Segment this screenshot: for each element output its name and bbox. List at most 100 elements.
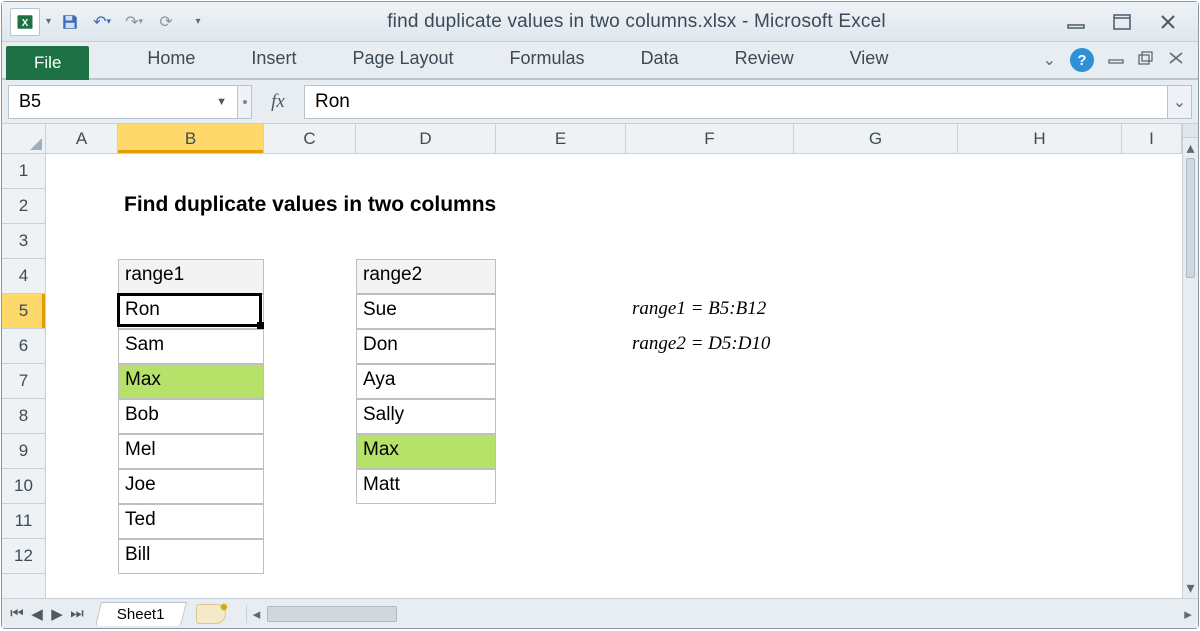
cell-B6[interactable]: Sam	[118, 329, 264, 364]
scroll-right-icon[interactable]: ▸	[1178, 605, 1198, 623]
cell-E6[interactable]	[496, 329, 626, 364]
cell-A9[interactable]	[46, 434, 118, 469]
hscroll-track[interactable]	[267, 605, 1178, 623]
cell-A10[interactable]	[46, 469, 118, 504]
cell-C2[interactable]	[264, 189, 356, 224]
cell-F11[interactable]	[626, 504, 794, 539]
cell-B3[interactable]	[118, 224, 264, 259]
cell-D1[interactable]	[356, 154, 496, 189]
cell-C5[interactable]	[264, 294, 356, 329]
cell-I1[interactable]	[1122, 154, 1182, 189]
row-header-4[interactable]: 4	[2, 259, 45, 294]
workbook-close-icon[interactable]	[1168, 51, 1184, 70]
cell-C4[interactable]	[264, 259, 356, 294]
cell-B8[interactable]: Bob	[118, 399, 264, 434]
cell-A12[interactable]	[46, 539, 118, 574]
col-header-D[interactable]: D	[356, 124, 496, 153]
cell-E1[interactable]	[496, 154, 626, 189]
cell-B10[interactable]: Joe	[118, 469, 264, 504]
cell-E2[interactable]	[496, 189, 626, 224]
cell-E11[interactable]	[496, 504, 626, 539]
cell-B5[interactable]: Ron	[118, 294, 264, 329]
new-sheet-icon[interactable]	[196, 604, 226, 624]
cell-B12[interactable]: Bill	[118, 539, 264, 574]
row-header-10[interactable]: 10	[2, 469, 45, 504]
col-header-F[interactable]: F	[626, 124, 794, 153]
help-icon[interactable]: ?	[1070, 48, 1094, 72]
row-header-11[interactable]: 11	[2, 504, 45, 539]
cell-A2[interactable]	[46, 189, 118, 224]
cell-B11[interactable]: Ted	[118, 504, 264, 539]
cell-E5[interactable]	[496, 294, 626, 329]
cell-F9[interactable]	[626, 434, 794, 469]
cell-G7[interactable]	[794, 364, 958, 399]
cell-I9[interactable]	[1122, 434, 1182, 469]
cell-I4[interactable]	[1122, 259, 1182, 294]
cell-G9[interactable]	[794, 434, 958, 469]
name-box-dropdown-icon[interactable]: ▼	[216, 96, 227, 108]
cell-I10[interactable]	[1122, 469, 1182, 504]
cell-D6[interactable]: Don	[356, 329, 496, 364]
cell-D4[interactable]: range2	[356, 259, 496, 294]
cell-D7[interactable]: Aya	[356, 364, 496, 399]
col-header-G[interactable]: G	[794, 124, 958, 153]
hscroll-thumb[interactable]	[267, 606, 397, 622]
cell-I5[interactable]	[1122, 294, 1182, 329]
horizontal-scrollbar[interactable]: ◂ ▸	[246, 605, 1198, 623]
cell-H5[interactable]	[958, 294, 1122, 329]
col-header-C[interactable]: C	[264, 124, 356, 153]
row-header-5[interactable]: 5	[2, 294, 45, 329]
select-all-corner[interactable]	[2, 124, 46, 154]
cell-I12[interactable]	[1122, 539, 1182, 574]
redo-icon[interactable]: ↷▾	[121, 10, 147, 34]
sheet-tab-sheet1[interactable]: Sheet1	[95, 602, 187, 626]
cell-D5[interactable]: Sue	[356, 294, 496, 329]
row-header-8[interactable]: 8	[2, 399, 45, 434]
row-header-6[interactable]: 6	[2, 329, 45, 364]
cell-D3[interactable]	[356, 224, 496, 259]
file-tab[interactable]: File	[6, 46, 89, 80]
cell-G2[interactable]	[794, 189, 958, 224]
cell-H4[interactable]	[958, 259, 1122, 294]
cell-A4[interactable]	[46, 259, 118, 294]
cell-D10[interactable]: Matt	[356, 469, 496, 504]
vertical-scrollbar[interactable]: ▴ ▾	[1182, 124, 1198, 598]
cell-G5[interactable]	[794, 294, 958, 329]
fx-icon[interactable]: fx	[252, 91, 304, 113]
cell-H9[interactable]	[958, 434, 1122, 469]
cell-I8[interactable]	[1122, 399, 1182, 434]
vscroll-track[interactable]	[1183, 158, 1198, 578]
cell-I11[interactable]	[1122, 504, 1182, 539]
cell-C1[interactable]	[264, 154, 356, 189]
cell-F6[interactable]: range2 = D5:D10	[626, 329, 794, 364]
cell-B4[interactable]: range1	[118, 259, 264, 294]
cell-C12[interactable]	[264, 539, 356, 574]
cell-H11[interactable]	[958, 504, 1122, 539]
cell-A6[interactable]	[46, 329, 118, 364]
cell-F1[interactable]	[626, 154, 794, 189]
row-header-9[interactable]: 9	[2, 434, 45, 469]
cell-G3[interactable]	[794, 224, 958, 259]
cell-G1[interactable]	[794, 154, 958, 189]
sheet-nav-next-icon[interactable]: ▶	[48, 605, 66, 623]
tab-data[interactable]: Data	[613, 42, 707, 78]
cell-F10[interactable]	[626, 469, 794, 504]
name-box[interactable]: B5 ▼	[8, 85, 238, 119]
cell-E3[interactable]	[496, 224, 626, 259]
tab-insert[interactable]: Insert	[223, 42, 324, 78]
col-header-E[interactable]: E	[496, 124, 626, 153]
excel-logo-icon[interactable]: X	[10, 8, 40, 36]
cell-C8[interactable]	[264, 399, 356, 434]
cell-I6[interactable]	[1122, 329, 1182, 364]
cell-F5[interactable]: range1 = B5:B12	[626, 294, 794, 329]
cell-G4[interactable]	[794, 259, 958, 294]
row-header-12[interactable]: 12	[2, 539, 45, 574]
app-menu-chevron-icon[interactable]: ▾	[46, 16, 51, 27]
cell-E10[interactable]	[496, 469, 626, 504]
cell-C11[interactable]	[264, 504, 356, 539]
cell-B1[interactable]	[118, 154, 264, 189]
cell-D2[interactable]	[356, 189, 496, 224]
cell-E8[interactable]	[496, 399, 626, 434]
cell-G6[interactable]	[794, 329, 958, 364]
cell-H6[interactable]	[958, 329, 1122, 364]
